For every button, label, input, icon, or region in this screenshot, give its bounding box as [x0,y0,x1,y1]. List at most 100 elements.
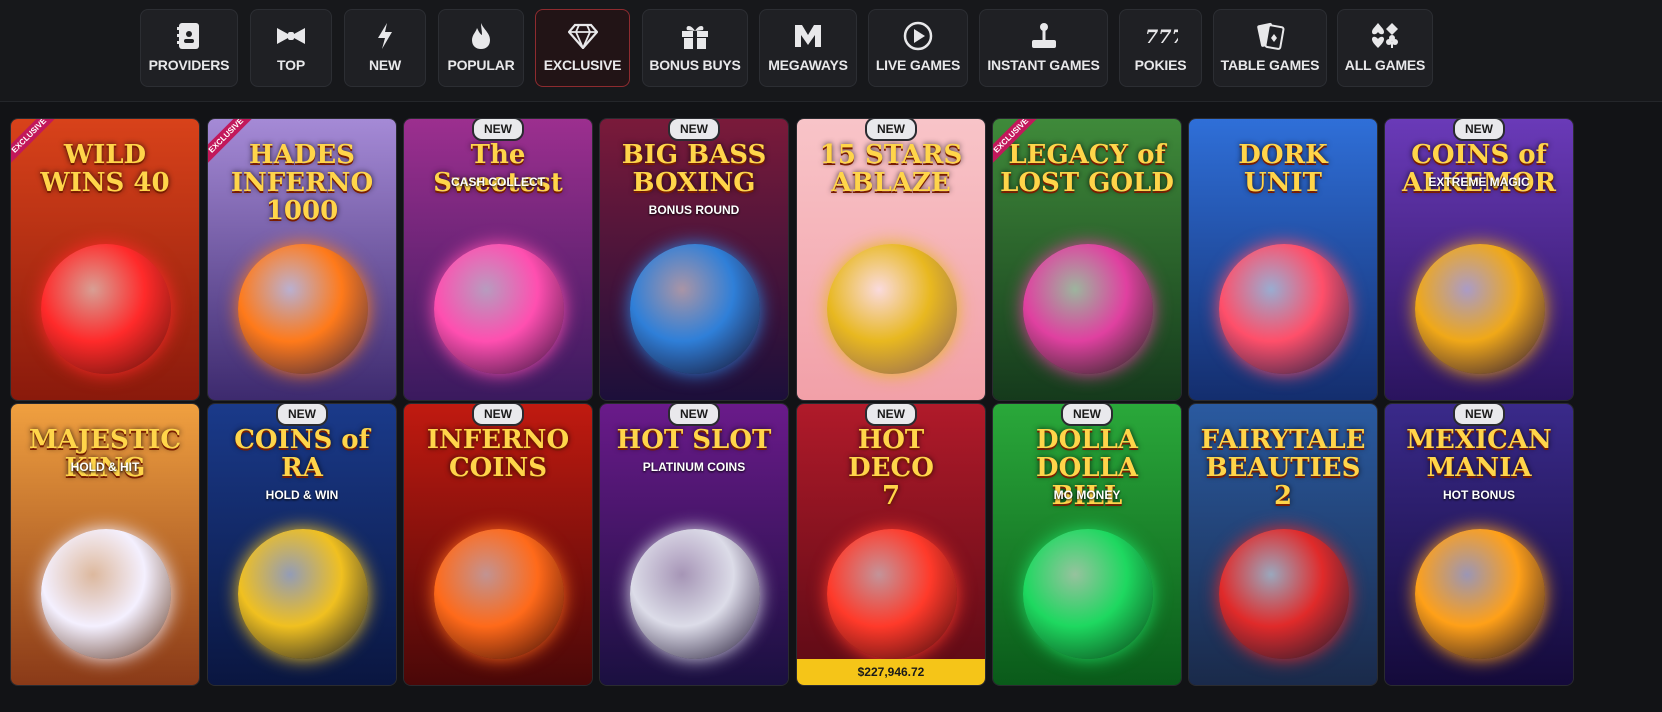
game-art-emblem [1023,529,1153,659]
game-tile[interactable]: INFERNO COINS NEW [403,403,593,686]
game-tile[interactable]: FAIRYTALE BEAUTIES 2 [1188,403,1378,686]
game-art-emblem [1415,529,1545,659]
category-label: ALL GAMES [1344,57,1426,73]
game-art-emblem [41,244,171,374]
bowtie-icon [271,20,311,52]
new-badge: NEW [1061,404,1113,426]
category-label: MEGAWAYS [768,57,848,73]
game-art-emblem [238,529,368,659]
game-title: HADES INFERNO 1000 [230,140,374,226]
category-pokies[interactable]: 777 POKIES [1119,9,1202,87]
game-art-emblem [434,244,564,374]
game-art-emblem [1219,244,1349,374]
game-title: HOT DECO 7 [848,425,934,511]
category-megaways[interactable]: MEGAWAYS [759,9,857,87]
game-subtitle: HOLD & WIN [265,488,339,502]
game-art-emblem [1023,244,1153,374]
game-subtitle: HOT BONUS [1443,488,1515,502]
category-popular[interactable]: POPULAR [438,9,524,87]
game-art-emblem [827,244,957,374]
game-art-emblem [41,529,171,659]
game-tile[interactable]: HOT SLOT PLATINUM COINS NEW [599,403,789,686]
category-label: TOP [277,57,305,73]
game-tile[interactable]: 15 STARS ABLAZE NEW [796,118,986,401]
jackpot-amount: $227,946.72 [797,659,985,685]
new-badge: NEW [1453,119,1505,141]
game-title: MEXICAN MANIA [1406,425,1552,483]
cards-icon [1250,20,1290,52]
new-badge: NEW [472,404,524,426]
category-label: BONUS BUYS [649,57,741,73]
game-title: COINS of RA [234,425,370,483]
game-art-emblem [630,244,760,374]
diamond-icon [563,20,603,52]
game-tile[interactable]: COINS of RA HOLD & WIN NEW [207,403,397,686]
new-badge: NEW [472,119,524,141]
svg-text:777: 777 [1145,26,1178,47]
game-art-emblem [434,529,564,659]
game-tile[interactable]: LEGACY of LOST GOLD EXCLUSIVE [992,118,1182,401]
game-tile[interactable]: MEXICAN MANIA HOT BONUS NEW [1384,403,1574,686]
game-title: HOT SLOT [616,425,772,455]
game-title: FAIRYTALE BEAUTIES 2 [1200,425,1366,511]
book-icon [169,20,209,52]
game-subtitle: CASH COLLECT [451,175,545,189]
new-badge: NEW [1453,404,1505,426]
category-live-games[interactable]: LIVE GAMES [868,9,968,87]
lightning-icon [365,20,405,52]
game-title: BIG BASS BOXING [621,140,767,198]
card-suits-icon [1365,20,1405,52]
777-icon: 777 [1141,20,1181,52]
category-label: INSTANT GAMES [987,57,1100,73]
new-badge: NEW [276,404,328,426]
game-tile[interactable]: COINS of ALKEMOR EXTREME MAGIC NEW [1384,118,1574,401]
category-label: LIVE GAMES [875,57,961,73]
game-tile[interactable]: BIG BASS BOXING BONUS ROUND NEW [599,118,789,401]
game-subtitle: MO MONEY [1053,488,1121,502]
game-title: INFERNO COINS [426,425,570,483]
game-art-emblem [1415,244,1545,374]
game-tile[interactable]: HOT DECO 7 NEW $227,946.72 [796,403,986,686]
gift-icon [675,20,715,52]
new-badge: NEW [865,119,917,141]
category-label: EXCLUSIVE [543,57,622,73]
category-bonus-buys[interactable]: BONUS BUYS [642,9,748,87]
game-subtitle: EXTREME MAGIC [1428,175,1530,189]
game-tile[interactable]: WILD WINS 40 EXCLUSIVE [10,118,200,401]
new-badge: NEW [668,404,720,426]
game-art-emblem [238,244,368,374]
game-subtitle: BONUS ROUND [648,203,740,217]
joystick-icon [1024,20,1064,52]
game-title: WILD WINS 40 [40,140,170,198]
category-label: PROVIDERS [148,57,230,73]
category-label: POPULAR [447,57,515,73]
category-table-games[interactable]: TABLE GAMES [1213,9,1327,87]
game-title: LEGACY of LOST GOLD [1000,140,1174,198]
game-title: DORK UNIT [1238,140,1328,198]
category-providers[interactable]: PROVIDERS [140,9,238,87]
flame-icon [461,20,501,52]
category-label: TABLE GAMES [1220,57,1320,73]
play-icon [898,20,938,52]
game-subtitle: PLATINUM COINS [642,460,746,474]
megaways-m-icon [788,20,828,52]
game-art-emblem [1219,529,1349,659]
game-tile[interactable]: The Sweetest CASH COLLECT NEW [403,118,593,401]
category-instant-games[interactable]: INSTANT GAMES [979,9,1108,87]
game-tile[interactable]: HADES INFERNO 1000 EXCLUSIVE [207,118,397,401]
category-all-games[interactable]: ALL GAMES [1337,9,1433,87]
category-exclusive[interactable]: EXCLUSIVE [535,9,630,87]
category-new[interactable]: NEW [344,9,426,87]
category-label: NEW [368,57,402,73]
game-tile[interactable]: DORK UNIT [1188,118,1378,401]
game-art-emblem [630,529,760,659]
category-top[interactable]: TOP [250,9,332,87]
new-badge: NEW [865,404,917,426]
game-art-emblem [827,529,957,659]
game-title: 15 STARS ABLAZE [819,140,963,198]
category-bar: PROVIDERS TOP NEW POPULAR EXCLUSIVE BONUS BUY… [0,0,1662,102]
game-tile[interactable]: MAJESTIC KING HOLD & HIT [10,403,200,686]
new-badge: NEW [668,119,720,141]
category-label: POKIES [1134,57,1187,73]
game-tile[interactable]: DOLLA DOLLA BILL MO MONEY NEW [992,403,1182,686]
